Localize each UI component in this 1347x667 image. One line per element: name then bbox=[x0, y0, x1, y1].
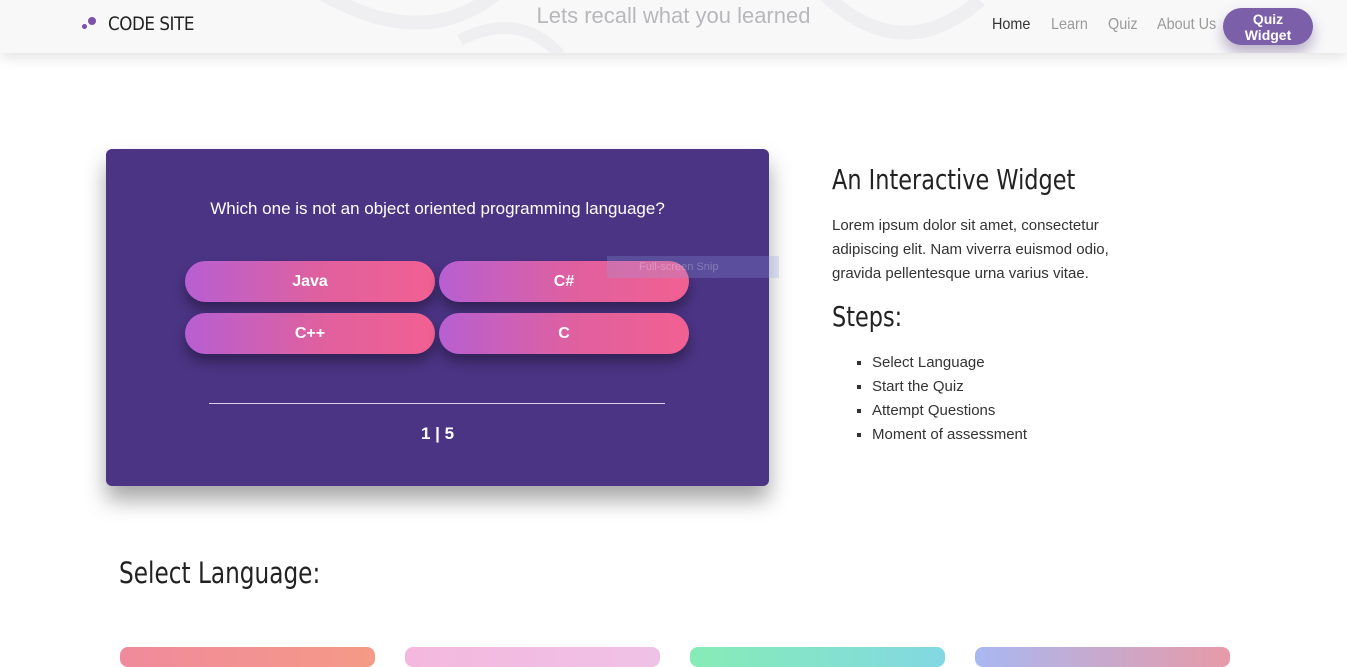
list-item: Attempt Questions bbox=[872, 399, 1027, 423]
quiz-progress: 1 | 5 bbox=[420, 424, 455, 443]
info-description: Lorem ipsum dolor sit amet, consectetur … bbox=[832, 217, 1109, 282]
answer-option-java[interactable]: Java bbox=[185, 261, 435, 302]
list-item: Moment of assessment bbox=[872, 423, 1027, 447]
nav-links: Home Learn Quiz About Us bbox=[992, 16, 1222, 34]
quiz-divider bbox=[209, 403, 665, 404]
nav-learn-link[interactable]: Learn bbox=[1051, 16, 1088, 34]
language-card[interactable] bbox=[120, 647, 375, 667]
nav-home-link[interactable]: Home bbox=[992, 16, 1030, 34]
list-item: Select Language bbox=[872, 351, 1027, 375]
steps-list: Select Language Start the Quiz Attempt Q… bbox=[832, 351, 1027, 447]
nav-quiz-link[interactable]: Quiz bbox=[1108, 16, 1138, 34]
language-card[interactable] bbox=[690, 647, 945, 667]
language-card[interactable] bbox=[975, 647, 1230, 667]
full-screen-snip-overlay[interactable]: Full-screen Snip bbox=[607, 256, 779, 278]
navbar: CODE SITE Lets recall what you learned H… bbox=[0, 0, 1347, 53]
quiz-card: Which one is not an object oriented prog… bbox=[106, 149, 769, 486]
select-language-title: Select Language: bbox=[119, 556, 321, 590]
quiz-widget-button[interactable]: Quiz Widget bbox=[1223, 8, 1313, 45]
answer-option-cpp[interactable]: C++ bbox=[185, 313, 435, 354]
info-title: An Interactive Widget bbox=[832, 163, 1076, 196]
quiz-question: Which one is not an object oriented prog… bbox=[210, 199, 665, 218]
steps-title: Steps: bbox=[832, 300, 903, 333]
answer-option-c[interactable]: C bbox=[439, 313, 689, 354]
nav-about-link[interactable]: About Us bbox=[1157, 16, 1216, 34]
language-card[interactable] bbox=[405, 647, 660, 667]
list-item: Start the Quiz bbox=[872, 375, 1027, 399]
